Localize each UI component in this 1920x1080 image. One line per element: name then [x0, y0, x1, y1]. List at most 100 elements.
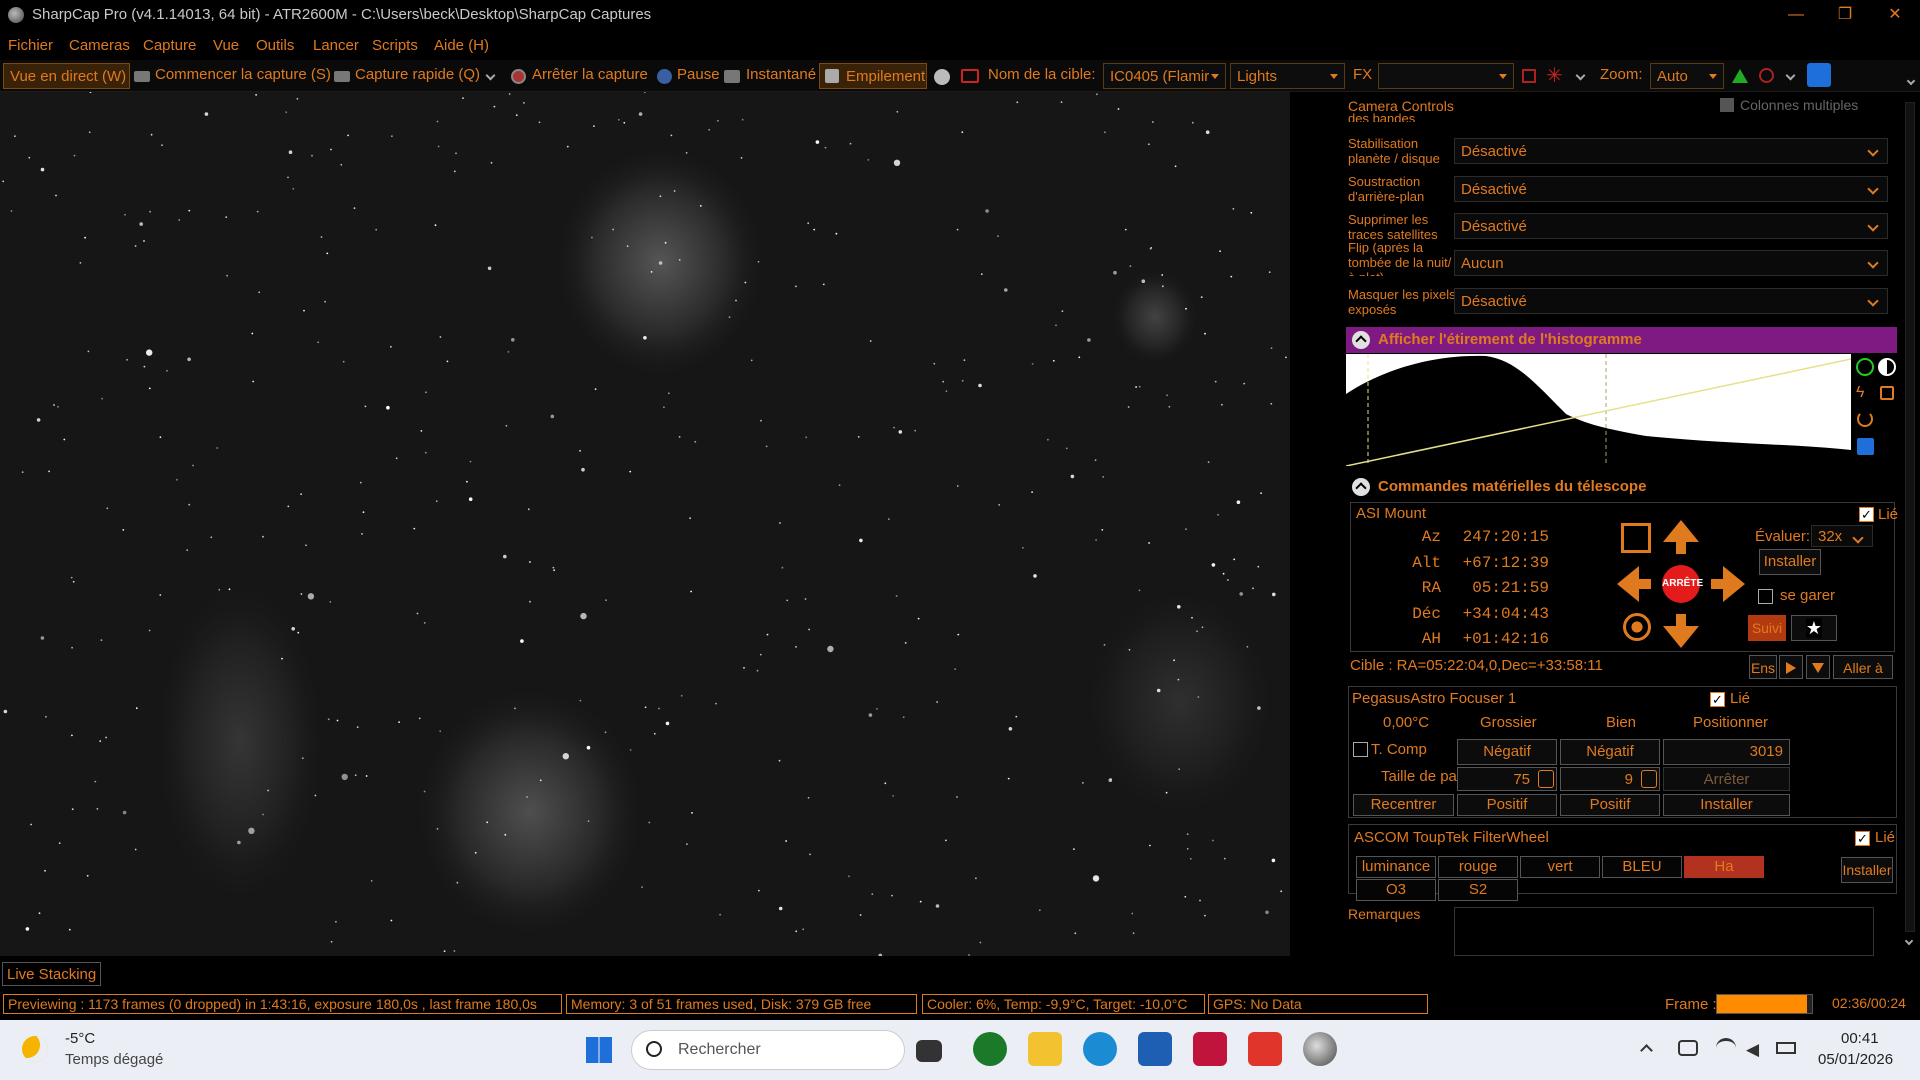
telescope-header[interactable]: Commandes matérielles du télescope: [1346, 474, 1897, 500]
focus-target-icon[interactable]: [1759, 68, 1774, 83]
app-globe-icon[interactable]: [973, 1032, 1007, 1066]
snapshot-button[interactable]: Instantané: [746, 66, 816, 83]
tray-chevron-icon[interactable]: [1640, 1044, 1653, 1057]
menu-aide[interactable]: Aide (H): [434, 37, 489, 54]
app-red-icon[interactable]: [1193, 1032, 1227, 1066]
menu-scripts[interactable]: Scripts: [372, 37, 418, 54]
mount-linked-checkbox[interactable]: ✓: [1859, 507, 1874, 522]
wifi-icon[interactable]: [1716, 1038, 1736, 1058]
filter-s2[interactable]: S2: [1438, 879, 1518, 901]
panel-splitter[interactable]: [1290, 92, 1344, 956]
park-checkbox[interactable]: [1758, 589, 1773, 604]
focuser-install-button[interactable]: Installer: [1663, 794, 1790, 816]
menu-cameras[interactable]: Cameras: [69, 37, 130, 54]
fine-positive-button[interactable]: Positif: [1560, 794, 1660, 816]
recenter-button[interactable]: Recentrer: [1353, 794, 1454, 816]
panel-scrollbar[interactable]: [1900, 92, 1920, 956]
moon-icon[interactable]: [22, 1036, 48, 1062]
filter-luminance[interactable]: luminance: [1356, 856, 1436, 878]
histogram-area[interactable]: [1346, 354, 1851, 466]
fx-select[interactable]: [1378, 63, 1514, 89]
menu-capture[interactable]: Capture: [143, 37, 196, 54]
background-subtraction-select[interactable]: Désactivé: [1454, 176, 1888, 202]
frame-type-select[interactable]: Lights: [1230, 63, 1345, 89]
arrow-down-icon[interactable]: [1663, 626, 1699, 648]
search-box[interactable]: Rechercher: [631, 1030, 905, 1070]
brush-icon[interactable]: [1807, 63, 1831, 87]
sharpcap-icon[interactable]: [1303, 1032, 1337, 1066]
contrast-icon[interactable]: [1878, 358, 1896, 376]
filter-bleu[interactable]: BLEU: [1602, 856, 1682, 878]
spin-icon[interactable]: [1641, 770, 1657, 788]
collapse-icon[interactable]: [1352, 478, 1370, 496]
maximize-button[interactable]: ❐: [1822, 0, 1868, 30]
arrow-right-icon[interactable]: [1723, 566, 1745, 602]
sun-icon[interactable]: [1623, 613, 1651, 641]
arrow-right-button[interactable]: [1779, 655, 1803, 679]
coarse-negative-button[interactable]: Négatif: [1457, 739, 1557, 765]
lightning-icon[interactable]: ϟ: [1856, 384, 1874, 402]
goto-button[interactable]: Aller à: [1833, 655, 1893, 679]
menu-lancer[interactable]: Lancer: [313, 37, 359, 54]
histogram-header[interactable]: Afficher l'étirement de l'histogramme: [1346, 327, 1897, 353]
lock-icon[interactable]: [1880, 386, 1894, 400]
stacking-button[interactable]: Empilement: [819, 63, 927, 89]
position-input[interactable]: 3019: [1663, 739, 1790, 765]
histogram-icon[interactable]: [1732, 69, 1748, 83]
crosshair-icon[interactable]: ✳: [1546, 66, 1563, 86]
focuser-linked-checkbox[interactable]: ✓: [1710, 692, 1725, 707]
filter-o3[interactable]: O3: [1356, 879, 1436, 901]
filter-ha[interactable]: Ha: [1684, 856, 1764, 878]
zoom-select[interactable]: Auto: [1650, 63, 1724, 89]
flip-select[interactable]: Aucun: [1454, 250, 1888, 276]
chevron-down-icon[interactable]: [485, 70, 496, 81]
mask-pixels-select[interactable]: Désactivé: [1454, 288, 1888, 314]
sync-icon[interactable]: [1621, 523, 1651, 553]
scroll-thumb[interactable]: [1905, 102, 1915, 932]
star-select[interactable]: ★: [1791, 615, 1837, 641]
rate-select[interactable]: 32x: [1811, 525, 1873, 547]
satellite-trails-select[interactable]: Désactivé: [1454, 213, 1888, 239]
coarse-step-input[interactable]: 75: [1457, 767, 1557, 791]
focuser-stop-button[interactable]: Arrêter: [1663, 767, 1790, 791]
start-capture-button[interactable]: Commencer la capture (S): [155, 66, 331, 83]
fine-negative-button[interactable]: Négatif: [1560, 739, 1660, 765]
weather-temp[interactable]: -5°C: [65, 1030, 95, 1047]
task-view-icon[interactable]: [916, 1040, 942, 1062]
tcomp-checkbox[interactable]: [1353, 742, 1368, 757]
refresh-icon[interactable]: [1857, 411, 1873, 427]
minimize-button[interactable]: —: [1773, 0, 1819, 30]
power-icon[interactable]: [1856, 358, 1874, 376]
stabilization-select[interactable]: Désactivé: [1454, 138, 1888, 164]
store-icon[interactable]: [1138, 1032, 1172, 1066]
fine-step-input[interactable]: 9: [1560, 767, 1660, 791]
target-name-combo[interactable]: IC0405 (Flamir: [1103, 63, 1226, 89]
menu-vue[interactable]: Vue: [213, 37, 239, 54]
chevron-down-icon[interactable]: [1575, 70, 1586, 81]
arrow-down-button[interactable]: [1806, 655, 1830, 679]
ens-button[interactable]: Ens: [1749, 655, 1777, 679]
arrow-up-icon[interactable]: [1663, 520, 1699, 542]
arrow-left-icon[interactable]: [1617, 566, 1639, 602]
collapse-icon[interactable]: [1352, 331, 1370, 349]
filterwheel-linked-checkbox[interactable]: ✓: [1855, 831, 1870, 846]
coarse-positive-button[interactable]: Positif: [1457, 794, 1557, 816]
filter-vert[interactable]: vert: [1520, 856, 1600, 878]
quick-capture-button[interactable]: Capture rapide (Q): [355, 66, 480, 83]
moon-icon[interactable]: [934, 69, 950, 85]
stop-capture-button[interactable]: Arrêter la capture: [532, 66, 648, 83]
live-view-button[interactable]: Vue en direct (W): [3, 63, 130, 89]
weather-desc[interactable]: Temps dégagé: [65, 1051, 163, 1068]
scroll-down-icon[interactable]: [1904, 936, 1914, 946]
save-icon[interactable]: [1857, 438, 1874, 455]
live-stacking-tab[interactable]: Live Stacking: [2, 962, 102, 986]
clock-time[interactable]: 00:41: [1841, 1030, 1879, 1047]
spin-icon[interactable]: [1538, 770, 1554, 788]
menu-outils[interactable]: Outils: [256, 37, 294, 54]
tracking-button[interactable]: Suivi: [1748, 615, 1786, 641]
close-button[interactable]: ✕: [1872, 0, 1918, 30]
stop-button[interactable]: ARRÊTE: [1662, 565, 1703, 603]
image-viewer[interactable]: [0, 92, 1290, 956]
anydesk-icon[interactable]: [1248, 1032, 1282, 1066]
menu-fichier[interactable]: Fichier: [8, 37, 53, 54]
